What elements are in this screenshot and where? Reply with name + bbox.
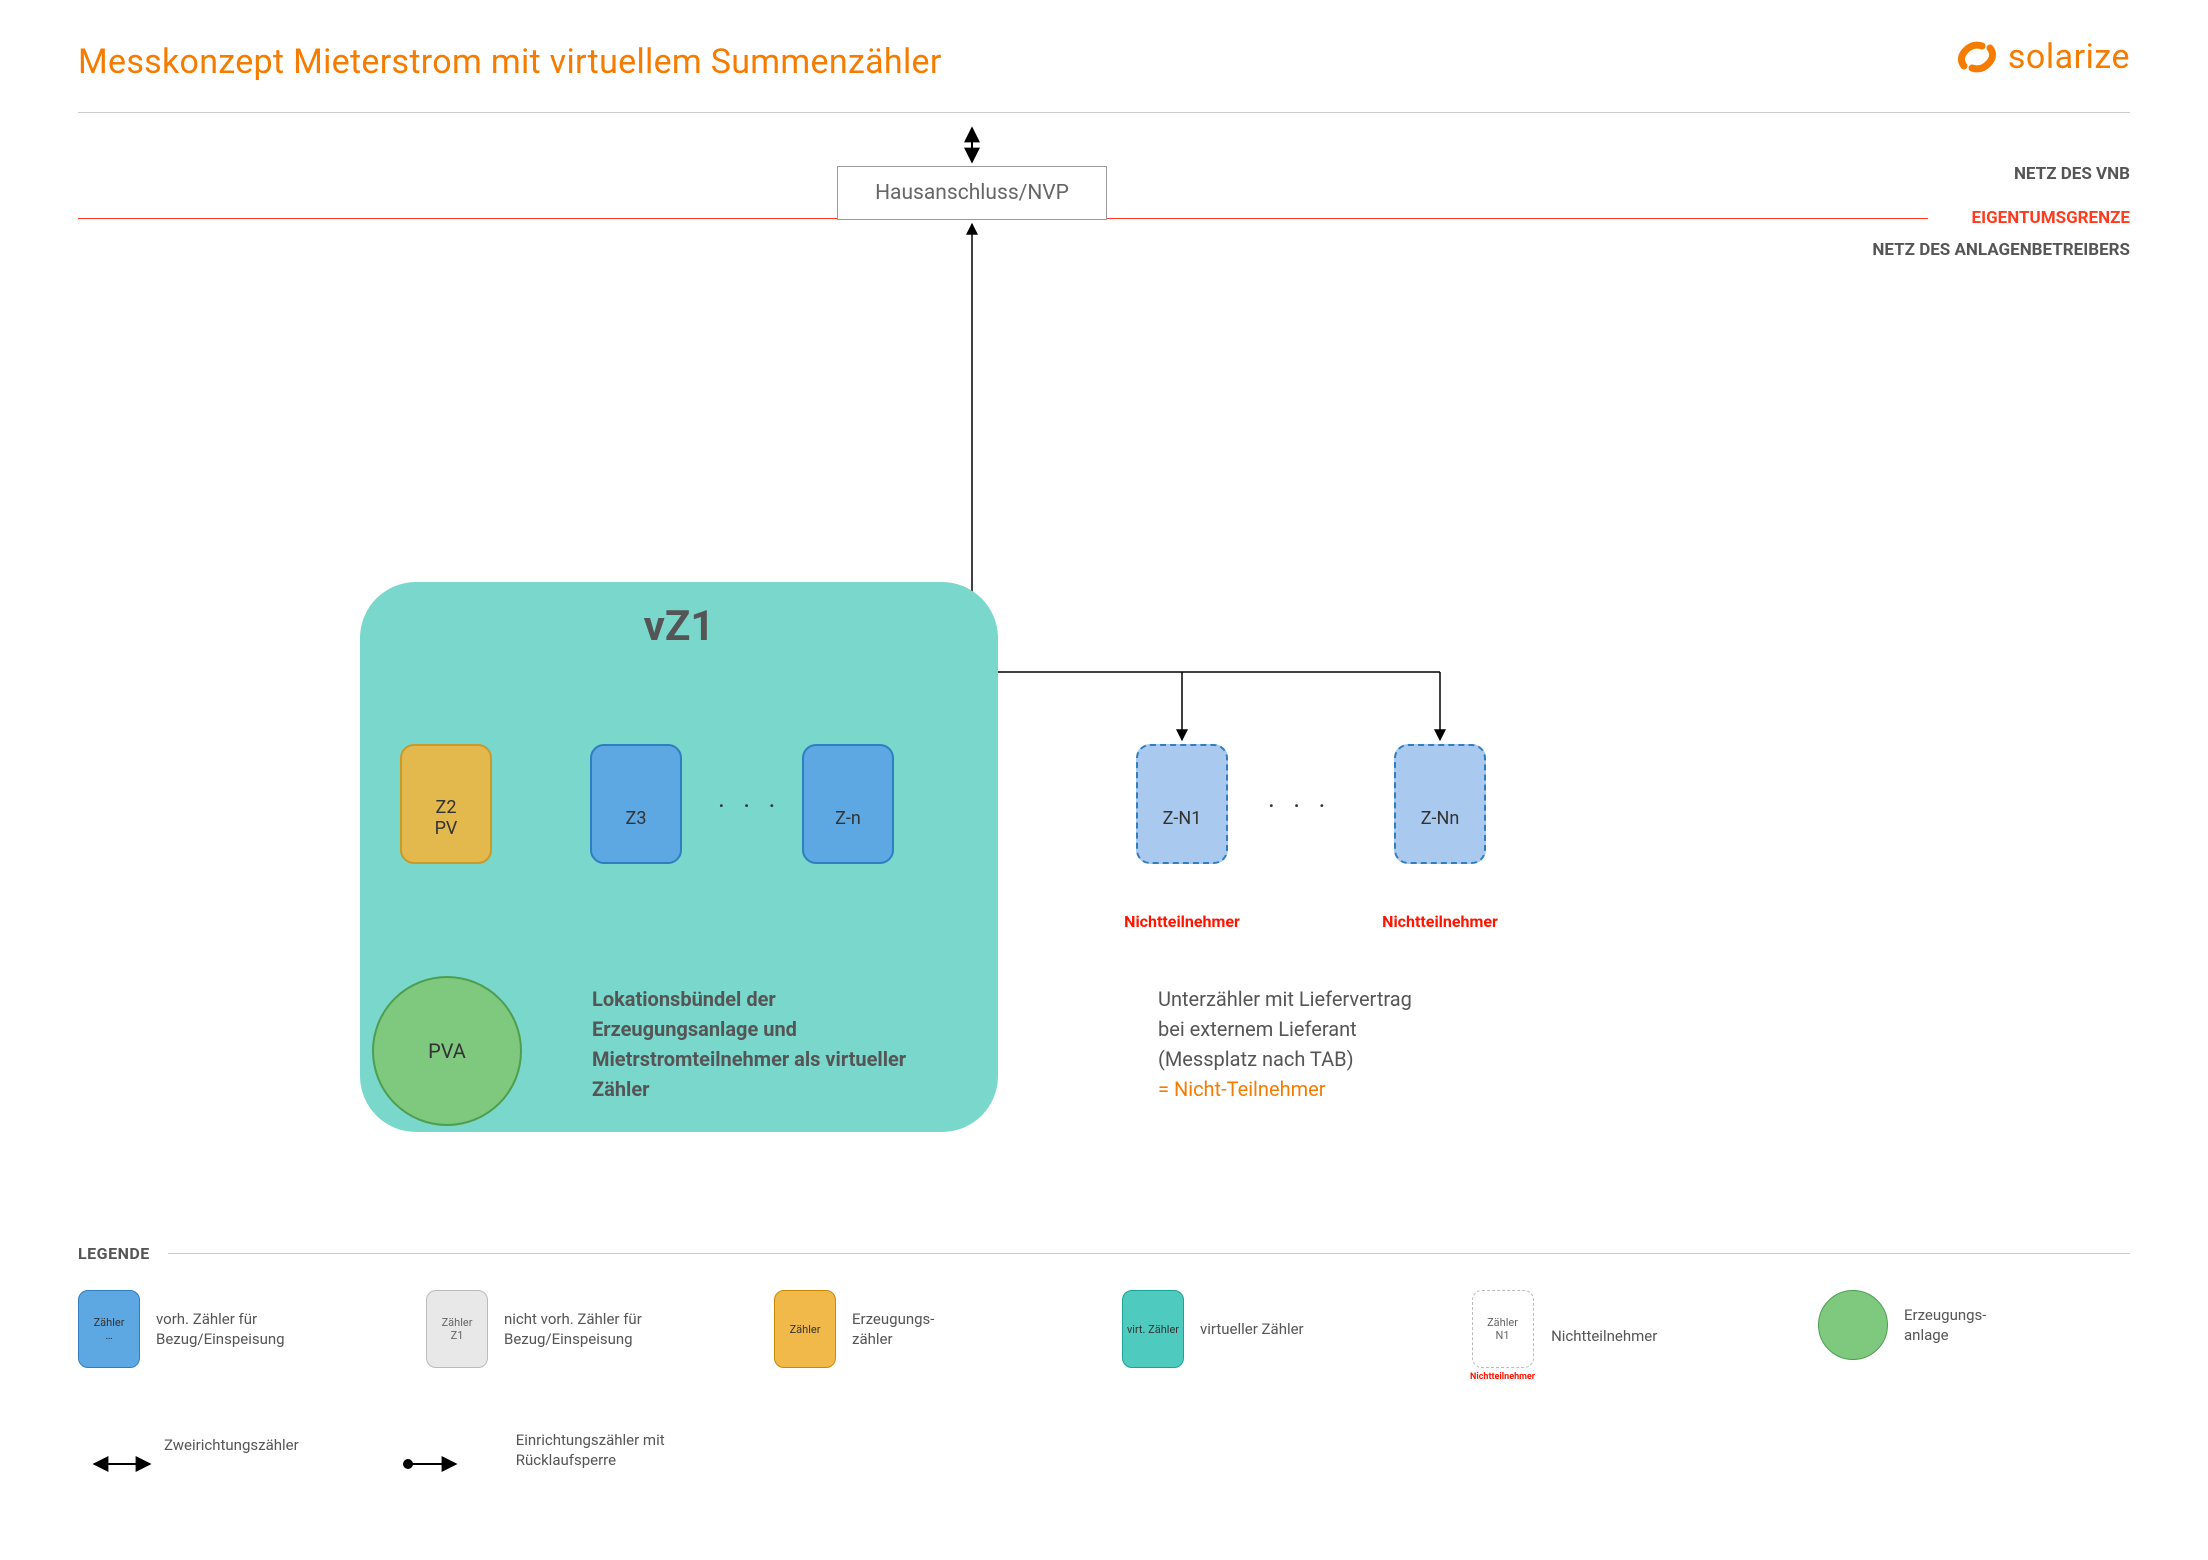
bidir-arrow-icon [78, 1430, 148, 1460]
mini-meter-icon: virt. Zähler [1122, 1290, 1184, 1368]
meter-znn-nonparticipant: Z-Nn [1394, 744, 1486, 864]
legend-row-2: Zweirichtungszähler Einrichtungszähler m… [78, 1430, 2130, 1471]
label-netz-vnb: NETZ DES VNB [2014, 164, 2130, 184]
mini-meter-icon: Zähler N1 [1472, 1290, 1534, 1368]
mini-circle-icon [1818, 1290, 1888, 1360]
meter-znn-label: Z-Nn [1421, 808, 1460, 829]
brand-logo: solarize [1956, 36, 2130, 78]
solarize-icon [1956, 36, 1998, 78]
legend-nonparticipant: Zähler N1 Nichtteilnehmer Nichtteilnehme… [1470, 1290, 1770, 1382]
meter-zn-label: Z-n [835, 808, 861, 829]
brand-name: solarize [2008, 37, 2130, 77]
legend-virtual-meter: virt. Zähler virtueller Zähler [1122, 1290, 1422, 1368]
ellipsis: · · · [718, 792, 781, 822]
generation-plant-pva: PVA [372, 976, 522, 1126]
page-title: Messkonzept Mieterstrom mit virtuellem S… [78, 42, 942, 82]
legend-row-1: Zähler … vorh. Zähler für Bezug/Einspeis… [78, 1290, 2130, 1382]
nonparticipant-label: Nichtteilnehmer [1376, 912, 1504, 931]
mini-meter-icon: Zähler [774, 1290, 836, 1368]
legend-generation-meter: Zähler Erzeugungs- zähler [774, 1290, 1074, 1368]
legend-header: LEGENDE [78, 1244, 2130, 1263]
bundle-description: Lokationsbündel der Erzeugungsanlage und… [592, 984, 932, 1104]
legend-title: LEGENDE [78, 1244, 150, 1263]
nonparticipant-label: Nichtteilnehmer [1118, 912, 1246, 931]
unidir-arrow-icon [436, 1435, 500, 1465]
nonparticipant-description: Unterzähler mit Liefervertrag bei extern… [1158, 984, 1518, 1104]
label-netz-anlagenbetreiber: NETZ DES ANLAGENBETREIBERS [1872, 240, 2130, 260]
meter-z3: Z3 [590, 744, 682, 864]
legend-unidirectional-meter: Einrichtungszähler mit Rücklaufsperre [436, 1430, 746, 1471]
legend-generation-plant: Erzeugungs- anlage [1818, 1290, 2118, 1360]
legend-existing-meter: Zähler … vorh. Zähler für Bezug/Einspeis… [78, 1290, 378, 1368]
meter-z2-sublabel: PV [435, 818, 458, 839]
meter-z2-pv: Z2 PV [400, 744, 492, 864]
meter-zn1-label: Z-N1 [1163, 808, 1202, 829]
mini-meter-icon: Zähler … [78, 1290, 140, 1368]
hausanschluss-box: Hausanschluss/NVP [837, 166, 1107, 220]
vz1-title: vZ1 [360, 602, 998, 651]
meter-z2-label: Z2 [436, 797, 457, 818]
pva-label: PVA [428, 1039, 466, 1063]
meter-zn1-nonparticipant: Z-N1 [1136, 744, 1228, 864]
divider-top [78, 112, 2130, 113]
legend-missing-meter: Zähler Z1 nicht vorh. Zähler für Bezug/E… [426, 1290, 726, 1368]
legend-divider [168, 1253, 2130, 1254]
legend-bidirectional-meter: Zweirichtungszähler [78, 1430, 388, 1460]
diagram-page: Messkonzept Mieterstrom mit virtuellem S… [0, 0, 2208, 1560]
ellipsis: · · · [1268, 792, 1331, 822]
meter-z3-label: Z3 [626, 808, 647, 829]
meter-zn: Z-n [802, 744, 894, 864]
mini-meter-icon: Zähler Z1 [426, 1290, 488, 1368]
label-eigentumsgrenze: EIGENTUMSGRENZE [1972, 208, 2130, 228]
